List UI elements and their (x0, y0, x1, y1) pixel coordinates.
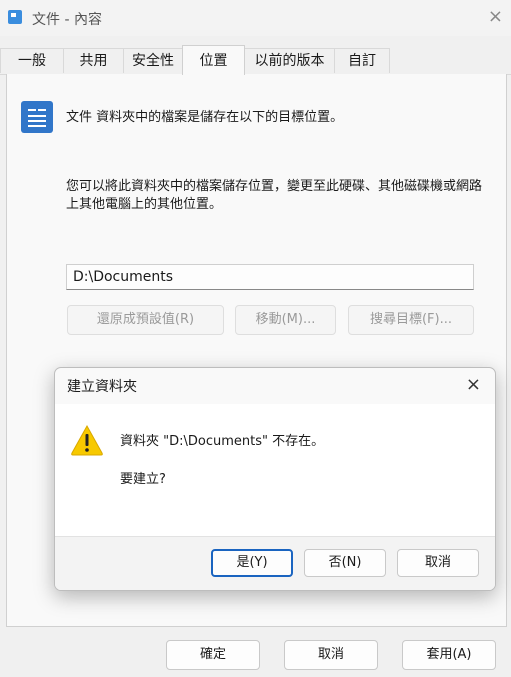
find-target-button[interactable]: 搜尋目標(F)... (348, 305, 474, 335)
dialog-title: 建立資料夾 (67, 379, 137, 395)
restore-default-button[interactable]: 還原成預設值(R) (67, 305, 224, 335)
dialog-message: 資料夾 "D:\Documents" 不存在。 (120, 434, 325, 449)
cancel-button[interactable]: 取消 (284, 640, 378, 670)
window-title: 文件 - 內容 (32, 12, 102, 28)
location-description: 文件 資料夾中的檔案是儲存在以下的目標位置。 (66, 110, 344, 125)
dialog-question: 要建立? (120, 472, 166, 487)
dialog-cancel-button[interactable]: 取消 (397, 549, 479, 577)
warning-icon (71, 424, 103, 456)
no-button[interactable]: 否(N) (304, 549, 386, 577)
yes-button[interactable]: 是(Y) (211, 549, 293, 577)
ok-button[interactable]: 確定 (166, 640, 260, 670)
tab-previous-versions[interactable]: 以前的版本 (244, 48, 335, 73)
tab-general[interactable]: 一般 (0, 48, 64, 73)
properties-icon (8, 10, 22, 24)
move-button[interactable]: 移動(M)... (235, 305, 336, 335)
tab-location[interactable]: 位置 (182, 45, 245, 75)
tab-sharing[interactable]: 共用 (63, 48, 124, 73)
dialog-close-button[interactable]: × (466, 374, 481, 395)
dialog-footer: 是(Y) 否(N) 取消 (55, 536, 495, 590)
document-folder-icon (21, 101, 53, 133)
window-close-button[interactable]: × (488, 6, 503, 27)
apply-button[interactable]: 套用(A) (402, 640, 496, 670)
location-instructions: 您可以將此資料夾中的檔案儲存位置，變更至此硬碟、其他磁碟機或網路上其他電腦上的其… (66, 179, 483, 212)
create-folder-dialog: 建立資料夾 × 資料夾 "D:\Documents" 不存在。 要建立? 是(Y… (54, 367, 496, 591)
tab-strip: 一般 共用 安全性 位置 以前的版本 自訂 (0, 45, 511, 75)
tab-customize[interactable]: 自訂 (334, 48, 390, 73)
path-field[interactable] (66, 264, 474, 290)
tab-security[interactable]: 安全性 (123, 48, 183, 73)
dialog-body: 資料夾 "D:\Documents" 不存在。 要建立? (55, 404, 495, 536)
title-bar: 文件 - 內容 × (0, 0, 511, 36)
